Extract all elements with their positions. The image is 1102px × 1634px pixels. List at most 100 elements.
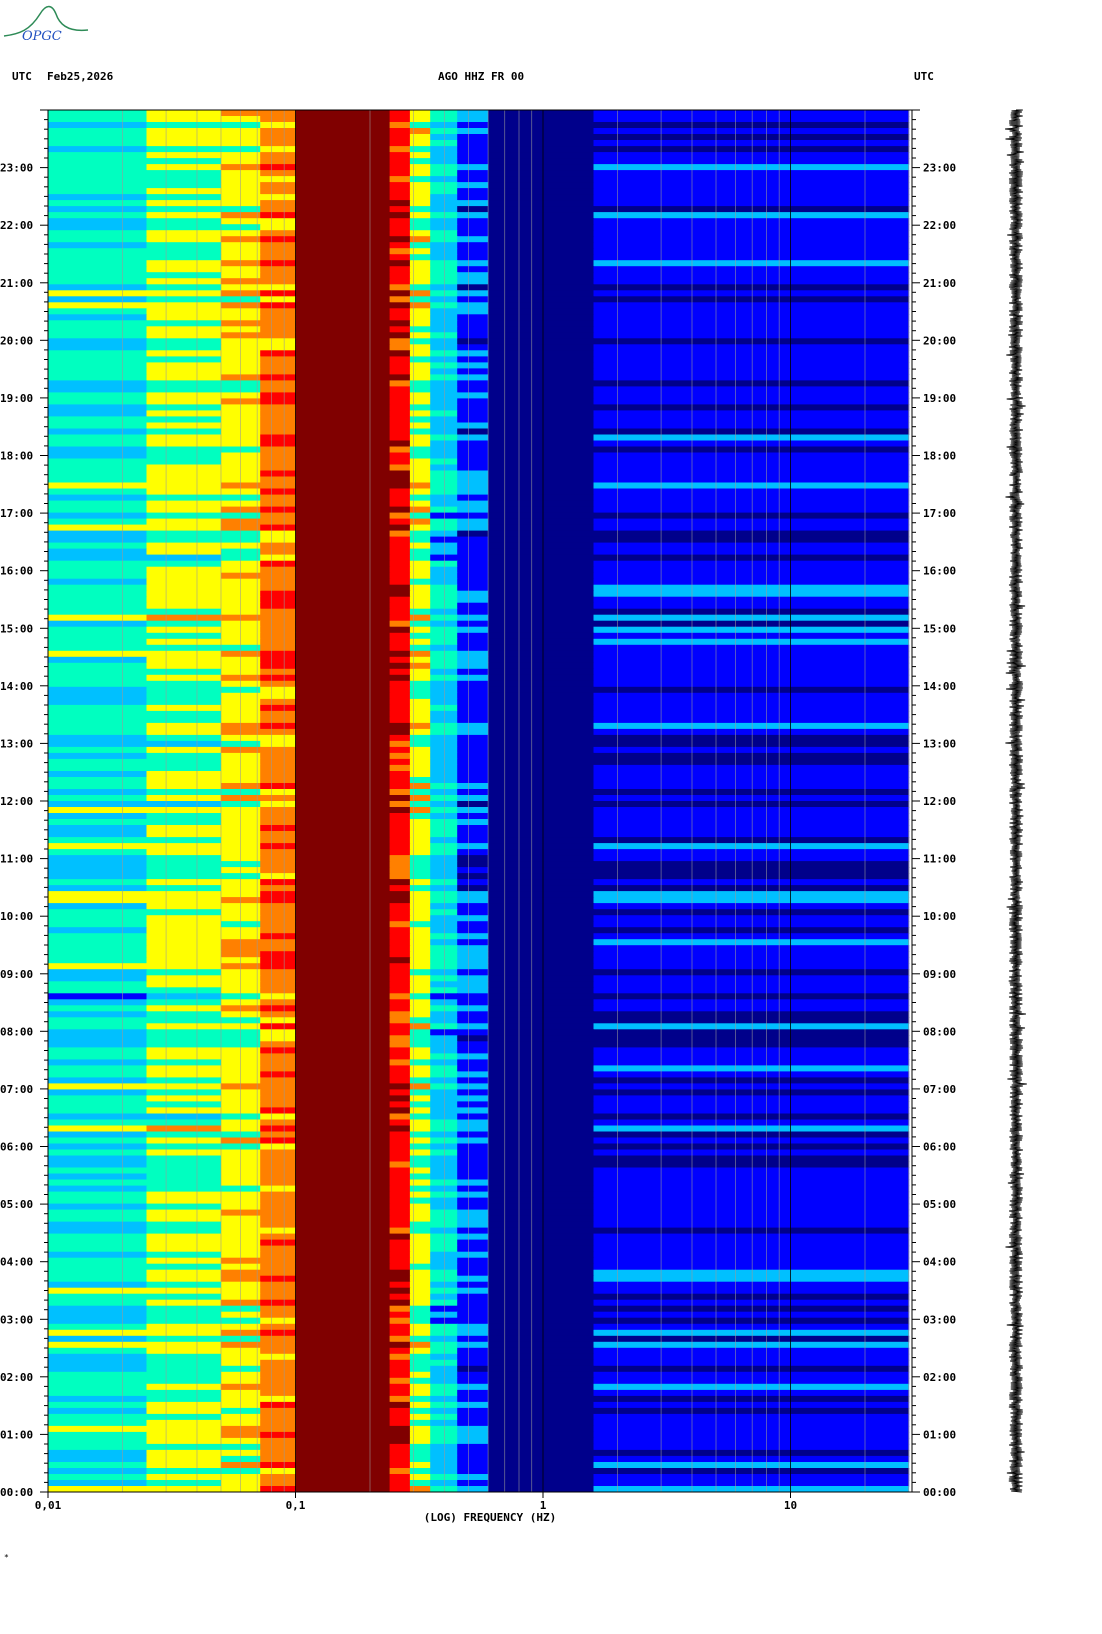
heatmap-cell [593,350,910,357]
heatmap-cell [389,1275,411,1283]
heatmap-cell [48,266,148,273]
heatmap-cell [48,1161,148,1169]
heatmap-cell [48,903,148,910]
heatmap-cell [430,1203,458,1211]
heatmap-cell [430,1029,458,1036]
heatmap-cell [48,278,148,285]
heatmap-cell [430,1347,458,1355]
heatmap-cell [593,1305,910,1313]
heatmap-cell [48,344,148,351]
heatmap-cell [409,560,431,568]
heatmap-cell [389,668,411,676]
heatmap-cell [488,584,595,592]
heatmap-cell [488,158,595,165]
right-time-label: 15:00 [923,622,956,635]
heatmap-cell [430,440,458,448]
heatmap-cell [457,1239,489,1247]
right-time-label: 16:00 [923,565,956,578]
heatmap-cell [457,885,489,892]
heatmap-cell [146,1023,222,1030]
heatmap-cell [409,1239,431,1247]
heatmap-cell [488,266,595,273]
heatmap-cell [430,1437,458,1445]
heatmap-cell [389,302,411,309]
heatmap-cell [457,710,489,718]
heatmap-cell [389,897,411,904]
heatmap-cell [48,1071,148,1078]
heatmap-cell [389,662,411,670]
heatmap-cell [457,1480,489,1487]
heatmap-cell [260,1233,297,1241]
heatmap-cell [457,236,489,243]
heatmap-cell [457,590,489,598]
heatmap-cell [260,1203,297,1211]
heatmap-cell [488,1149,595,1157]
heatmap-cell [457,1041,489,1048]
heatmap-cell [389,278,411,285]
heatmap-cell [409,897,431,904]
heatmap-cell [488,1335,595,1343]
heatmap-cell [409,1413,431,1421]
heatmap-cell [260,152,297,159]
heatmap-cell [409,1263,431,1271]
heatmap-cell [389,1317,411,1325]
heatmap-cell [430,1023,458,1030]
heatmap-cell [457,987,489,994]
heatmap-cell [457,795,489,802]
heatmap-cell [488,260,595,267]
heatmap-cell [48,945,148,952]
heatmap-cell [48,188,148,195]
heatmap-cell [457,1305,489,1313]
heatmap-cell [146,1227,222,1235]
heatmap-cell [430,1287,458,1295]
heatmap-cell [146,266,222,273]
heatmap-cell [409,1437,431,1445]
heatmap-cell [389,1221,411,1229]
heatmap-cell [48,1329,148,1337]
heatmap-cell [295,789,391,796]
heatmap-cell [457,1227,489,1235]
heatmap-cell [488,1023,595,1030]
heatmap-cell [488,855,595,862]
heatmap-cell [295,1005,391,1012]
heatmap-cell [593,1059,910,1066]
heatmap-cell [488,1425,595,1433]
heatmap-cell [146,332,222,339]
heatmap-cell [488,752,595,760]
heatmap-cell [295,1107,391,1114]
heatmap-cell [409,945,431,952]
heatmap-cell [488,1197,595,1205]
heatmap-cell [260,1179,297,1187]
heatmap-cell [409,1221,431,1229]
heatmap-cell [260,326,297,333]
heatmap-cell [593,1468,910,1475]
heatmap-cell [295,1383,391,1391]
heatmap-cell [409,1407,431,1415]
heatmap-cell [295,903,391,910]
heatmap-cell [295,554,391,562]
heatmap-cell [593,1431,910,1439]
heatmap-cell [295,1143,391,1151]
heatmap-cell [488,272,595,279]
heatmap-cell [457,170,489,177]
heatmap-cell [593,332,910,339]
left-time-label: 06:00 [0,1141,33,1154]
heatmap-cell [389,362,411,369]
heatmap-cell [409,999,431,1006]
heatmap-cell [488,1371,595,1379]
heatmap-cell [488,1005,595,1012]
heatmap-cell [389,1143,411,1151]
heatmap-cell [430,560,458,568]
heatmap-cell [260,1113,297,1121]
heatmap-cell [593,362,910,369]
heatmap-cell [457,1413,489,1421]
heatmap-cell [48,849,148,856]
heatmap-cell [295,326,391,333]
heatmap-cell [457,110,489,117]
heatmap-cell [146,1335,222,1343]
heatmap-cell [146,458,222,466]
heatmap-cell [409,1443,431,1451]
heatmap-cell [48,1023,148,1030]
heatmap-cell [593,813,910,820]
heatmap-cell [295,524,391,532]
